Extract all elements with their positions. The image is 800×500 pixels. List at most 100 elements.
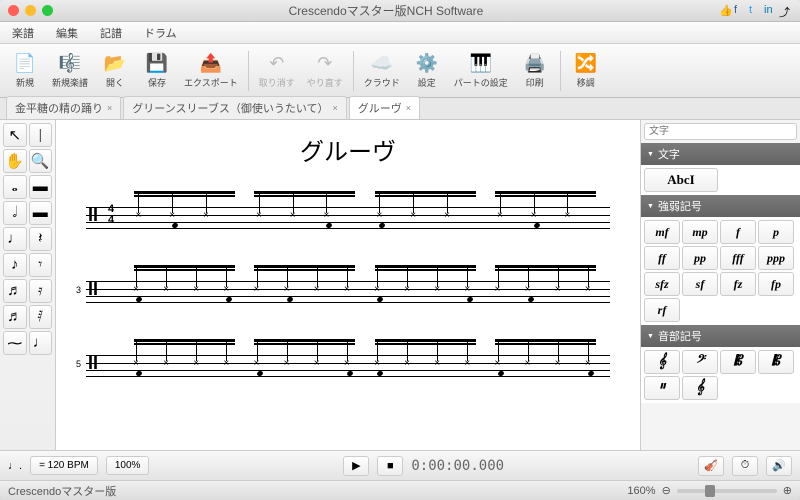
dynamic-fp[interactable]: fp — [758, 272, 794, 296]
linkedin-icon[interactable]: in — [764, 4, 777, 17]
play-button[interactable]: ▶ — [343, 456, 369, 476]
facebook-icon[interactable]: f — [734, 4, 747, 17]
status-app: Crescendoマスター版 — [8, 483, 116, 499]
dynamic-rf[interactable]: rf — [644, 298, 680, 322]
dynamic-fz[interactable]: fz — [720, 272, 756, 296]
hand-tool[interactable]: ✋ — [3, 149, 27, 173]
whole-rest-tool[interactable]: ▬ — [29, 175, 53, 199]
document-tabs: 金平糖の精の踊り× グリーンスリーブス（御使いうたいて）× グルーヴ× — [0, 98, 800, 120]
palette-search-input[interactable] — [644, 123, 797, 140]
clef-alto[interactable]: 𝄡 — [720, 350, 756, 374]
dynamic-f[interactable]: f — [720, 220, 756, 244]
clef-treble[interactable]: 𝄞 — [644, 350, 680, 374]
gear-icon: ⚙️ — [416, 53, 438, 75]
menubar: 楽譜 編集 記譜 ドラム — [0, 22, 800, 44]
staff-1[interactable]: II 44 ××× ××× ××× ××× — [86, 187, 610, 249]
quarter-rest-tool[interactable]: 𝄽 — [29, 227, 53, 251]
dynamic-pp[interactable]: pp — [682, 246, 718, 270]
open-button[interactable]: 📂開く — [96, 47, 134, 95]
redo-button[interactable]: ↷やり直す — [303, 47, 347, 95]
new-score-icon: 🎼 — [59, 53, 81, 75]
staff-2[interactable]: 3 II ×××× ×××× ×××× ×××× — [86, 261, 610, 323]
clef-other[interactable]: 𝄞 — [682, 376, 718, 400]
dynamic-fff[interactable]: fff — [720, 246, 756, 270]
text-tool[interactable]: AbcI — [644, 168, 718, 192]
stop-button[interactable]: ■ — [377, 456, 403, 476]
zoom-out-button[interactable]: ⊖ — [662, 484, 671, 497]
settings-button[interactable]: ⚙️設定 — [408, 47, 446, 95]
clef-bass[interactable]: 𝄢 — [682, 350, 718, 374]
cloud-icon: ☁️ — [371, 53, 393, 75]
save-button[interactable]: 💾保存 — [138, 47, 176, 95]
clef-perc[interactable]: 𝄥 — [644, 376, 680, 400]
tuplet-tool[interactable]: ⁓ — [3, 331, 27, 355]
zoom-tool[interactable]: 🔍 — [29, 149, 53, 173]
close-icon[interactable]: × — [107, 103, 112, 113]
zoom-selector[interactable]: 100% — [106, 456, 150, 475]
new-button[interactable]: 📄新規 — [6, 47, 44, 95]
tab-1[interactable]: グリーンスリーブス（御使いうたいて）× — [123, 96, 347, 119]
playback-time: 0:00:00.000 — [411, 458, 504, 474]
undo-button[interactable]: ↶取り消す — [255, 47, 299, 95]
zoom-in-button[interactable]: ⊕ — [783, 484, 792, 497]
dynamic-sf[interactable]: sf — [682, 272, 718, 296]
minimize-window-button[interactable] — [25, 5, 36, 16]
half-rest-tool[interactable]: ▬ — [29, 201, 53, 225]
share-icon[interactable]: ⤴ — [779, 4, 792, 17]
tempo-note-icon: ♩. — [8, 460, 22, 472]
export-button[interactable]: 📤エクスポート — [180, 47, 242, 95]
cloud-button[interactable]: ☁️クラウド — [360, 47, 404, 95]
dynamic-ppp[interactable]: ppp — [758, 246, 794, 270]
new-icon: 📄 — [14, 53, 36, 75]
score-canvas[interactable]: グルーヴ II 44 ××× ××× ××× ××× 3 II ×××× ×××… — [56, 120, 640, 450]
panel-header-dynamics[interactable]: 強弱記号 — [641, 195, 800, 217]
volume-button[interactable]: 🔊 — [766, 456, 792, 476]
thirtysecond-rest-tool[interactable]: 𝅀 — [29, 305, 53, 329]
panel-header-clefs[interactable]: 音部記号 — [641, 325, 800, 347]
transpose-button[interactable]: 🔀移調 — [567, 47, 605, 95]
percussion-clef: II — [88, 205, 98, 226]
dynamic-p[interactable]: p — [758, 220, 794, 244]
close-window-button[interactable] — [8, 5, 19, 16]
close-icon[interactable]: × — [333, 103, 338, 113]
metronome-button[interactable]: ⏱ — [732, 456, 758, 476]
twitter-icon[interactable]: t — [749, 4, 762, 17]
tempo-selector[interactable]: = 120 BPM — [30, 456, 98, 475]
zoom-slider[interactable] — [677, 489, 777, 493]
window-title: Crescendoマスター版NCH Software — [53, 2, 719, 19]
menu-notation[interactable]: 記譜 — [100, 25, 122, 41]
panel-header-text[interactable]: 文字 — [641, 143, 800, 165]
barline-tool[interactable]: | — [29, 123, 53, 147]
dynamic-mf[interactable]: mf — [644, 220, 680, 244]
tool-palette: ↖| ✋🔍 𝅝▬ 𝅗𝅥▬ ♩𝄽 ♪𝄾 ♬𝄿 ♬𝅀 ⁓♩ — [0, 120, 56, 450]
like-icon[interactable]: 👍 — [719, 4, 732, 17]
thirtysecond-note-tool[interactable]: ♬ — [3, 305, 27, 329]
sixteenth-rest-tool[interactable]: 𝄿 — [29, 279, 53, 303]
clef-tenor[interactable]: 𝄡 — [758, 350, 794, 374]
new-score-button[interactable]: 🎼新規楽譜 — [48, 47, 92, 95]
print-button[interactable]: 🖨️印刷 — [516, 47, 554, 95]
tab-2[interactable]: グルーヴ× — [349, 96, 420, 119]
maximize-window-button[interactable] — [42, 5, 53, 16]
half-note-tool[interactable]: 𝅗𝅥 — [3, 201, 27, 225]
save-icon: 💾 — [146, 53, 168, 75]
menu-edit[interactable]: 編集 — [56, 25, 78, 41]
dynamic-sfz[interactable]: sfz — [644, 272, 680, 296]
tab-0[interactable]: 金平糖の精の踊り× — [6, 96, 121, 119]
close-icon[interactable]: × — [406, 103, 411, 113]
dynamic-ff[interactable]: ff — [644, 246, 680, 270]
menu-drum[interactable]: ドラム — [144, 25, 177, 41]
percussion-tool[interactable]: ♩ — [29, 331, 53, 355]
instrument-button[interactable]: 🎻 — [698, 456, 724, 476]
sixteenth-note-tool[interactable]: ♬ — [3, 279, 27, 303]
titlebar: Crescendoマスター版NCH Software 👍 f t in ⤴ — [0, 0, 800, 22]
staff-3[interactable]: 5 II ×××× ×××× ×××× ×××× — [86, 335, 610, 397]
quarter-note-tool[interactable]: ♩ — [3, 227, 27, 251]
eighth-rest-tool[interactable]: 𝄾 — [29, 253, 53, 277]
eighth-note-tool[interactable]: ♪ — [3, 253, 27, 277]
dynamic-mp[interactable]: mp — [682, 220, 718, 244]
menu-score[interactable]: 楽譜 — [12, 25, 34, 41]
part-settings-button[interactable]: 🎹パートの設定 — [450, 47, 512, 95]
whole-note-tool[interactable]: 𝅝 — [3, 175, 27, 199]
cursor-tool[interactable]: ↖ — [3, 123, 27, 147]
